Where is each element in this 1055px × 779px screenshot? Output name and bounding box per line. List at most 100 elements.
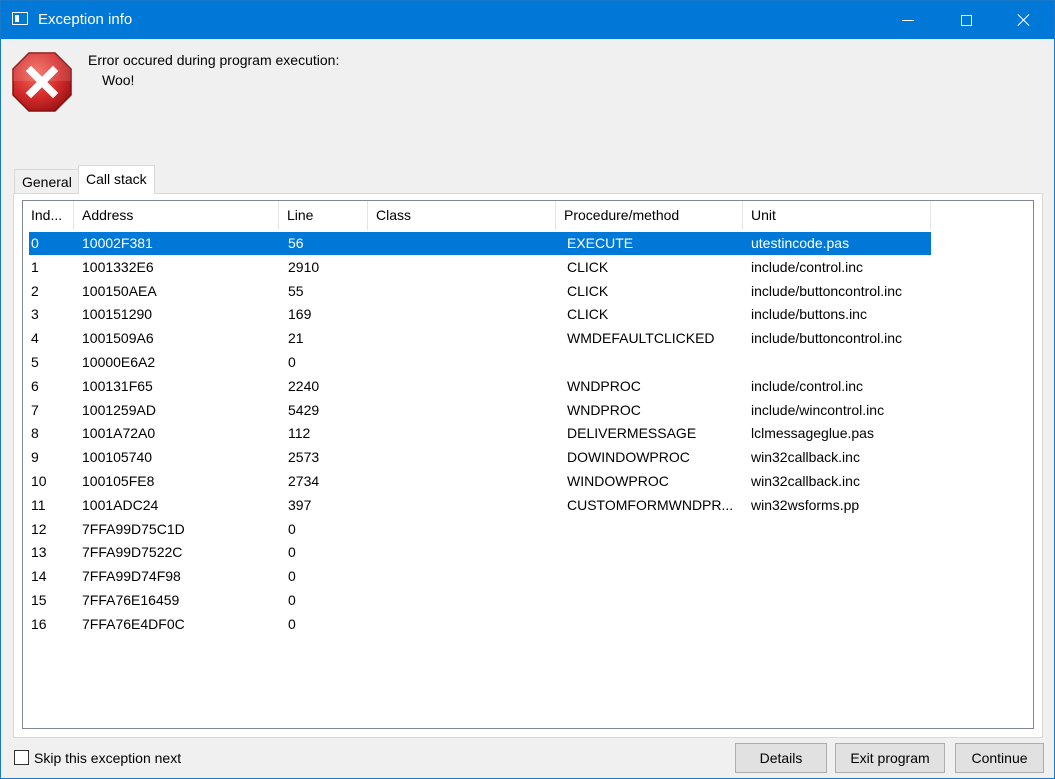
table-row[interactable]: 1 1001332E6 2910 CLICK include/control.inc	[29, 256, 931, 279]
cell-index: 3	[31, 306, 39, 323]
table-row[interactable]: 14 7FFA99D74F98 0	[29, 565, 931, 588]
cell-line: 0	[288, 354, 296, 370]
cell-unit: utestincode.pas	[751, 235, 850, 251]
cell-index: 6	[31, 377, 39, 394]
table-row[interactable]: 7 1001259AD 5429 WNDPROC include/wincontrol.…	[29, 399, 931, 422]
cell-line: 21	[288, 330, 304, 347]
cell-procedure: CUSTOMFORMWNDPR...	[567, 496, 734, 513]
table-row[interactable]: 4 1001509A6 21 WMDEFAULTCLICKED include/butt…	[29, 327, 931, 350]
cell-address: 1001A72A0	[82, 425, 156, 442]
table-row[interactable]: 6 100131F65 2240 WNDPROC include/control.inc	[29, 375, 931, 398]
title-bar[interactable]: Exception info	[1, 1, 1054, 39]
table-row[interactable]: 16 7FFA76E4DF0C 0	[29, 613, 931, 636]
cell-procedure: WNDPROC	[567, 377, 641, 394]
column-header-line[interactable]: Line	[279, 201, 368, 230]
table-row[interactable]: 3 100151290 169 CLICK include/buttons.inc	[29, 303, 931, 326]
cell-unit: include/control.inc	[751, 258, 864, 275]
cell-address: 1001332E6	[82, 258, 154, 275]
cell-index: 8	[31, 425, 39, 442]
close-button[interactable]	[995, 1, 1053, 39]
cell-address: 1001509A6	[82, 330, 154, 347]
continue-button[interactable]: Continue	[955, 743, 1044, 773]
cell-index: 12	[31, 520, 47, 537]
cell-line: 55	[288, 282, 304, 299]
cell-index: 5	[31, 354, 39, 370]
table-row[interactable]: 0 10002F381 56 EXECUTE utestincode.pas	[29, 232, 931, 255]
cell-procedure: CLICK	[567, 306, 609, 323]
column-header-index[interactable]: Ind...	[23, 201, 74, 230]
call-stack-panel: Ind... Address Line Class Procedure/meth…	[13, 193, 1043, 738]
cell-address: 100105FE8	[82, 473, 155, 489]
list-header: Ind... Address Line Class Procedure/meth…	[23, 201, 1033, 230]
cell-address: 7FFA99D75C1D	[82, 520, 185, 537]
cell-index: 11	[31, 496, 46, 513]
error-x-icon	[12, 52, 72, 112]
column-header-unit[interactable]: Unit	[743, 201, 931, 230]
skip-exception-checkbox[interactable]	[14, 750, 29, 765]
app-window-icon	[12, 12, 28, 25]
cell-index: 14	[31, 568, 47, 585]
error-message-heading: Error occured during program execution:	[88, 52, 340, 68]
column-header-address[interactable]: Address	[74, 201, 279, 230]
skip-exception-label[interactable]: Skip this exception next	[34, 750, 181, 766]
cell-address: 10002F381	[82, 235, 153, 251]
error-message-text: Woo!	[102, 72, 135, 88]
cell-index: 9	[31, 449, 39, 466]
exit-program-button[interactable]: Exit program	[835, 743, 945, 773]
cell-procedure: WINDOWPROC	[567, 473, 669, 489]
table-row[interactable]: 5 10000E6A2 0	[29, 351, 931, 374]
cell-unit: include/control.inc	[751, 377, 864, 394]
cell-line: 169	[288, 306, 312, 323]
cell-line: 0	[288, 568, 296, 585]
cell-index: 7	[31, 401, 39, 418]
cell-unit: win32callback.inc	[751, 473, 860, 489]
cell-index: 2	[31, 282, 39, 299]
cell-line: 2910	[288, 258, 320, 275]
details-button[interactable]: Details	[735, 743, 827, 773]
minimize-icon	[902, 19, 914, 21]
table-row[interactable]: 10 100105FE8 2734 WINDOWPROC win32callback.i…	[29, 470, 931, 493]
cell-index: 10	[31, 473, 47, 489]
table-row[interactable]: 9 100105740 2573 DOWINDOWPROC win32callback.…	[29, 446, 931, 469]
column-header-procedure[interactable]: Procedure/method	[556, 201, 743, 230]
window-title: Exception info	[38, 11, 133, 28]
maximize-icon	[960, 14, 972, 26]
cell-index: 0	[31, 235, 39, 251]
tab-general[interactable]: General	[14, 169, 80, 193]
cell-address: 1001ADC24	[82, 496, 159, 513]
cell-address: 1001259AD	[82, 401, 156, 418]
cell-procedure: WNDPROC	[567, 401, 641, 418]
cell-address: 7FFA76E4DF0C	[82, 615, 185, 632]
table-row[interactable]: 13 7FFA99D7522C 0	[29, 541, 931, 564]
cell-line: 0	[288, 544, 296, 561]
column-header-class[interactable]: Class	[368, 201, 556, 230]
call-stack-list[interactable]: Ind... Address Line Class Procedure/meth…	[22, 200, 1034, 729]
cell-index: 15	[31, 592, 47, 608]
cell-unit: include/buttoncontrol.inc	[751, 330, 902, 347]
cell-line: 5429	[288, 401, 320, 418]
tab-call-stack[interactable]: Call stack	[78, 165, 155, 194]
table-row[interactable]: 12 7FFA99D75C1D 0	[29, 518, 931, 541]
cell-procedure: CLICK	[567, 282, 609, 299]
cell-address: 100151290	[82, 306, 153, 323]
cell-address: 7FFA76E16459	[82, 592, 180, 608]
close-icon	[1017, 13, 1031, 27]
cell-index: 4	[31, 330, 39, 347]
maximize-button[interactable]	[937, 1, 995, 39]
cell-index: 1	[31, 258, 39, 275]
cell-unit: include/buttons.inc	[751, 306, 867, 323]
cell-line: 2240	[288, 377, 320, 394]
cell-line: 397	[288, 496, 312, 513]
cell-unit: win32callback.inc	[751, 449, 860, 466]
cell-line: 56	[288, 235, 304, 251]
cell-line: 2734	[288, 473, 320, 489]
cell-unit: include/buttoncontrol.inc	[751, 282, 902, 299]
cell-line: 0	[288, 592, 296, 608]
cell-procedure: DOWINDOWPROC	[567, 449, 690, 466]
table-row[interactable]: 11 1001ADC24 397 CUSTOMFORMWNDPR... win32wsf…	[29, 494, 931, 517]
table-row[interactable]: 15 7FFA76E16459 0	[29, 589, 931, 612]
minimize-button[interactable]	[879, 1, 937, 39]
table-row[interactable]: 8 1001A72A0 112 DELIVERMESSAGE lclmessageglu…	[29, 422, 931, 445]
cell-index: 13	[31, 544, 47, 561]
table-row[interactable]: 2 100150AEA 55 CLICK include/buttoncontrol.i…	[29, 280, 931, 303]
